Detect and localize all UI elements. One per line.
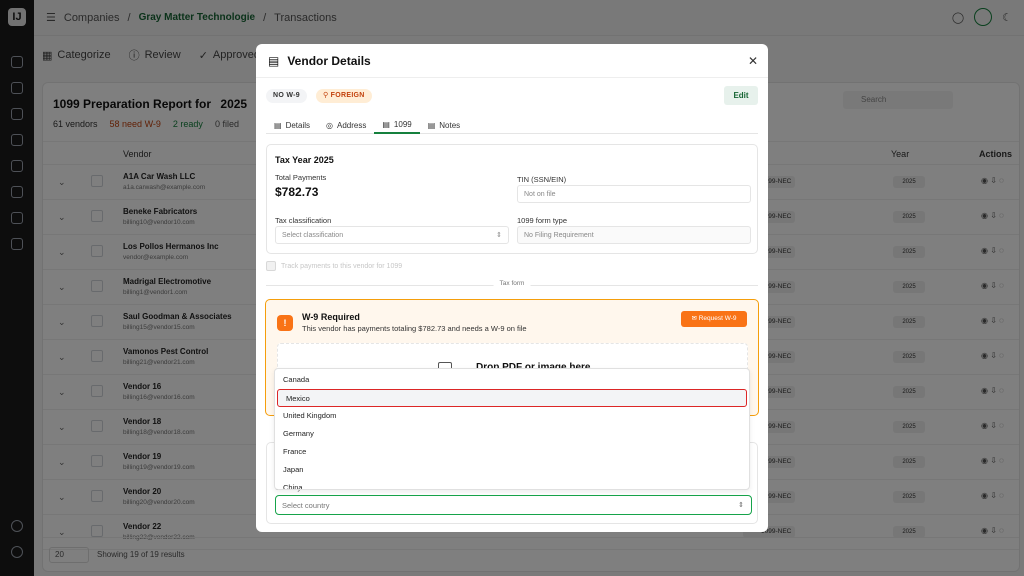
modal-header: ▤ Vendor Details — [256, 44, 768, 78]
location-pin-icon: ◎ — [326, 120, 333, 130]
country-option[interactable]: Germany — [275, 425, 749, 443]
request-w9-button[interactable]: ✉ Request W-9 — [681, 311, 747, 327]
tax-form-divider: Tax form — [266, 280, 758, 287]
country-option[interactable]: United Kingdom — [275, 407, 749, 425]
form-type-label: 1099 form type — [517, 216, 568, 225]
form-type-field: No Filing Requirement — [517, 226, 751, 244]
country-option-highlighted[interactable]: Mexico — [277, 389, 747, 407]
vendor-details-modal: ▤ Vendor Details ✕ NO W-9 ⚲ FOREIGN Edit… — [256, 44, 768, 532]
tin-field[interactable]: Not on file — [517, 185, 751, 203]
country-option[interactable]: China — [275, 479, 749, 489]
tax-year-heading: Tax Year 2025 — [275, 155, 334, 165]
track-payments-label: Track payments to this vendor for 1099 — [281, 262, 403, 270]
classification-label: Tax classification — [275, 216, 332, 225]
modal-tabs: ▤ Details ◎ Address ▤ 1099 ▤ Notes — [266, 116, 758, 134]
country-select[interactable]: Select country ⇕ — [275, 495, 752, 515]
total-payments-value: $782.73 — [275, 185, 319, 199]
tin-label: TIN (SSN/EIN) — [517, 175, 567, 184]
country-option[interactable]: Canada — [275, 371, 749, 389]
country-dropdown: Canada Mexico United Kingdom Germany Fra… — [274, 368, 750, 490]
document-icon: ▤ — [268, 53, 280, 68]
tax-year-card: Tax Year 2025 Total Payments $782.73 TIN… — [266, 144, 758, 254]
w9-title: W-9 Required — [302, 312, 360, 322]
chevron-updown-icon: ⇕ — [738, 502, 744, 509]
close-icon[interactable]: ✕ — [748, 54, 758, 68]
country-option[interactable]: Japan — [275, 461, 749, 479]
classification-select[interactable]: Select classification ⇕ — [275, 226, 509, 244]
notes-icon: ▤ — [427, 120, 436, 130]
w9-subtitle: This vendor has payments totaling $782.7… — [302, 324, 527, 333]
warning-icon: ! — [277, 315, 293, 331]
foreign-badge: ⚲ FOREIGN — [316, 89, 372, 103]
no-w9-badge: NO W-9 — [266, 89, 307, 103]
country-select-value: Select country — [282, 501, 330, 510]
modal-title: Vendor Details — [287, 53, 371, 68]
tab-details[interactable]: ▤ Details — [266, 116, 318, 134]
tab-notes[interactable]: ▤ Notes — [420, 116, 468, 134]
total-payments-label: Total Payments — [275, 173, 327, 182]
track-payments-checkbox[interactable]: Track payments to this vendor for 1099 — [266, 261, 402, 271]
edit-button[interactable]: Edit — [724, 86, 758, 105]
tax-form-divider-label: Tax form — [493, 280, 531, 287]
chevron-updown-icon: ⇕ — [496, 232, 502, 239]
tab-1099[interactable]: ▤ 1099 — [374, 116, 420, 134]
tab-address[interactable]: ◎ Address — [318, 116, 374, 134]
details-icon: ▤ — [274, 120, 282, 130]
country-option[interactable]: France — [275, 443, 749, 461]
checkbox[interactable] — [266, 261, 276, 271]
form-icon: ▤ — [382, 119, 390, 129]
